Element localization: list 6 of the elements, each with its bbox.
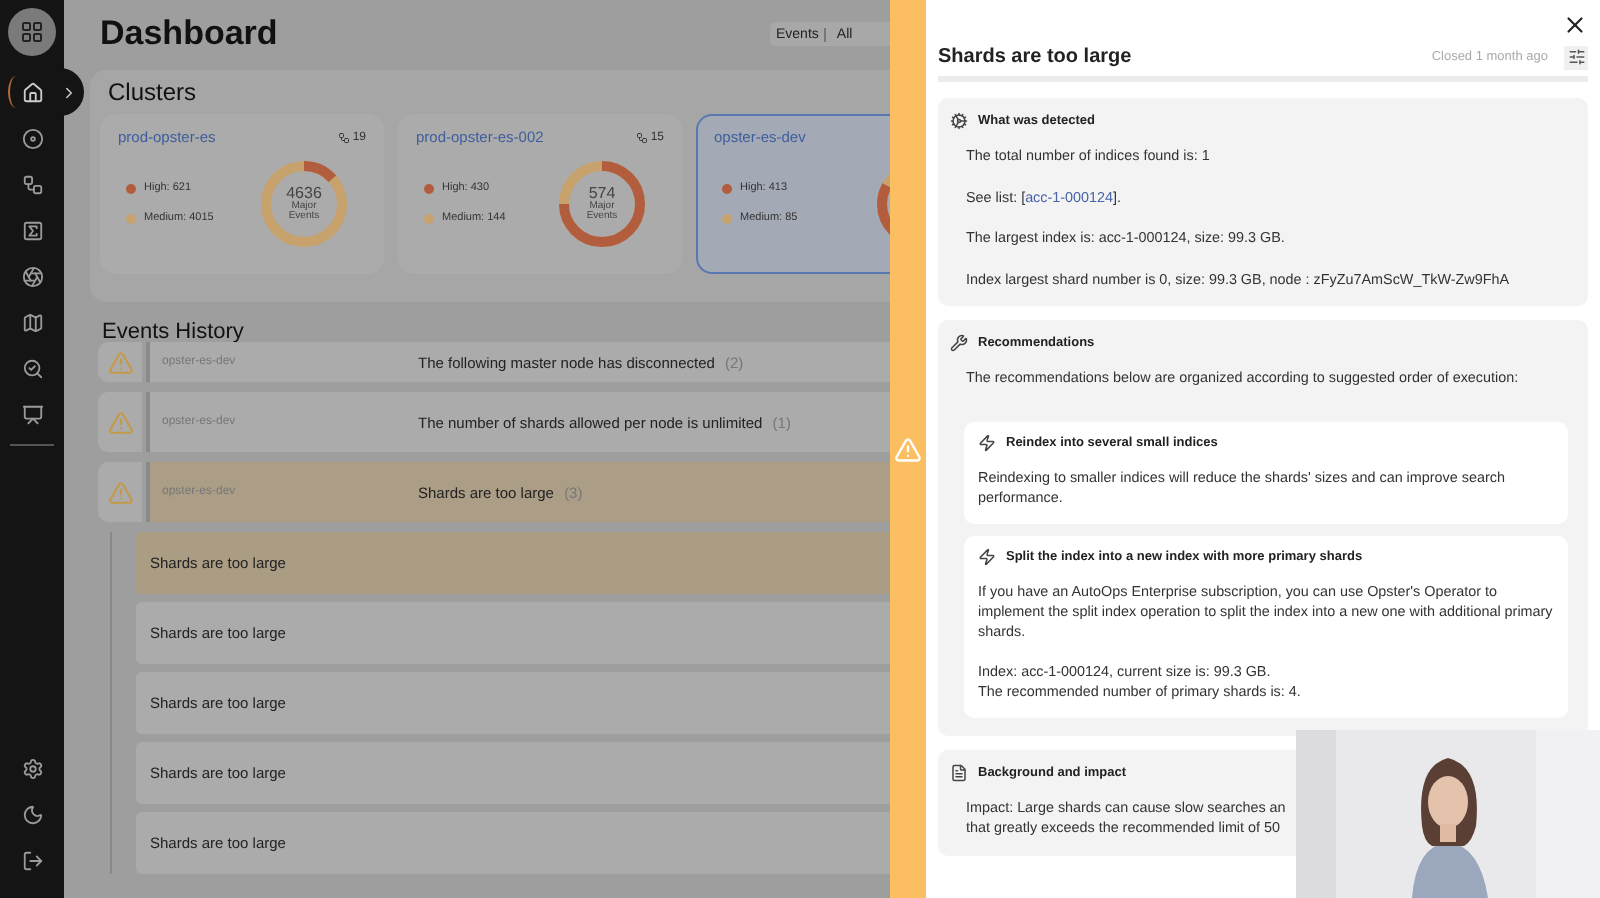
page-title: Dashboard (100, 14, 278, 54)
detail-title: Shards are too large (938, 46, 1134, 68)
events-total: 574 (588, 183, 616, 201)
section-title: Clusters (106, 78, 199, 106)
events-total: 4636 (286, 183, 322, 201)
section-title: Events History (100, 320, 246, 344)
